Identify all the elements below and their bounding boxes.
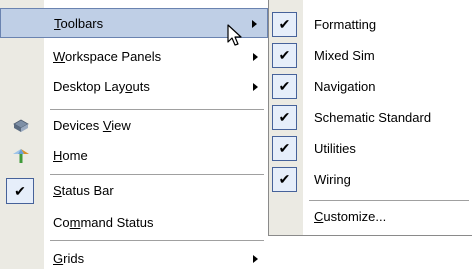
check-icon: ✔ (272, 12, 297, 37)
submenu-arrow-icon (253, 83, 258, 91)
menu-separator (50, 240, 264, 241)
toolbars-submenu: ✔ Formatting ✔ Mixed Sim ✔ Navigation ✔ … (268, 0, 472, 236)
submenu-item-schematic-standard[interactable]: ✔ Schematic Standard (269, 103, 472, 133)
menu-item-grids[interactable]: Grids (0, 244, 268, 274)
check-icon: ✔ (272, 136, 297, 161)
menu-item-devices-view[interactable]: Devices View (0, 111, 268, 141)
menu-item-home[interactable]: Home (0, 141, 268, 171)
submenu-item-mixed-sim[interactable]: ✔ Mixed Sim (269, 41, 472, 71)
background-area (268, 236, 472, 269)
submenu-item-formatting[interactable]: ✔ Formatting (269, 10, 472, 40)
devices-view-icon (6, 114, 36, 138)
submenu-arrow-icon (252, 20, 257, 28)
submenu-separator (309, 200, 469, 201)
check-icon: ✔ (272, 43, 297, 68)
submenu-arrow-icon (253, 53, 258, 61)
submenu-item-navigation[interactable]: ✔ Navigation (269, 72, 472, 102)
submenu-item-utilities[interactable]: ✔ Utilities (269, 134, 472, 164)
menu-separator (50, 109, 264, 110)
menu-item-desktop-layouts[interactable]: Desktop Layouts (0, 72, 268, 102)
home-icon (6, 144, 36, 168)
mouse-pointer-icon (227, 24, 245, 51)
check-icon: ✔ (272, 105, 297, 130)
check-icon: ✔ (272, 167, 297, 192)
check-icon: ✔ (272, 74, 297, 99)
submenu-item-wiring[interactable]: ✔ Wiring (269, 165, 472, 195)
check-icon: ✔ (6, 178, 34, 204)
submenu-arrow-icon (253, 255, 258, 263)
submenu-item-customize[interactable]: Customize... (269, 202, 472, 232)
menu-item-status-bar[interactable]: ✔ Status Bar (0, 176, 268, 206)
menu-item-command-status[interactable]: Command Status (0, 208, 268, 238)
menu-separator (50, 174, 264, 175)
menu-item-toolbars-label: oolbars (60, 16, 104, 31)
